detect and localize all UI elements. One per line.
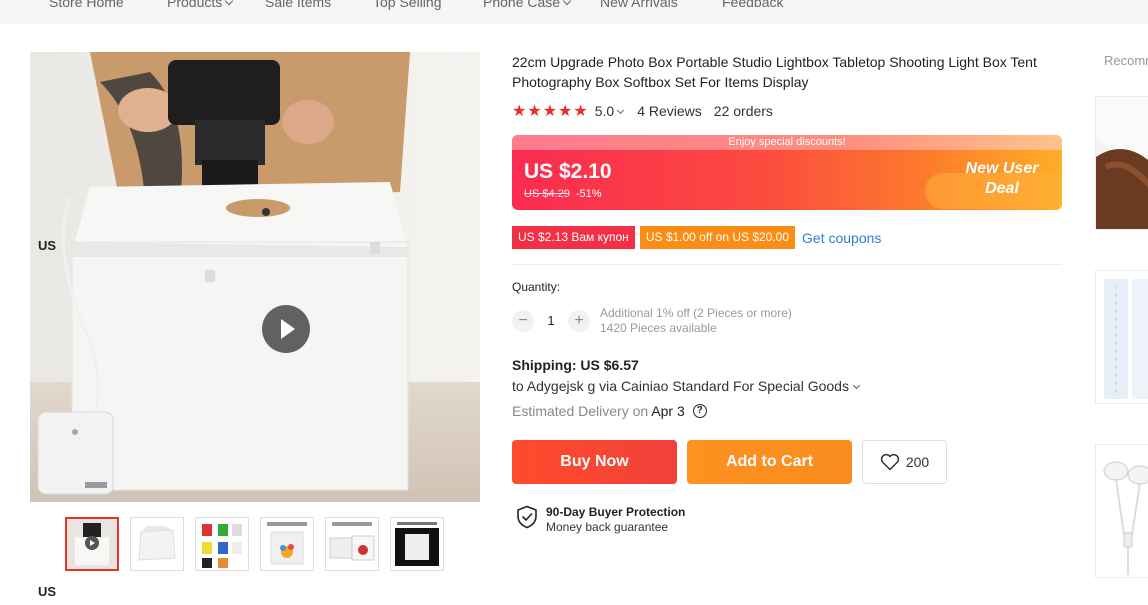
nav-label: Feedback (722, 0, 784, 10)
rec-image-fabric (1096, 97, 1148, 229)
add-to-cart-button[interactable]: Add to Cart (687, 440, 852, 484)
rating-stars-icon: ★★★★★ (512, 103, 589, 120)
rec-image-earphones (1096, 445, 1148, 577)
original-price: US $4.29 (524, 188, 570, 200)
quantity-label: Quantity: (512, 280, 561, 294)
shield-check-icon (517, 505, 537, 529)
recommendation-card[interactable] (1095, 96, 1148, 230)
new-user-deal-badge: New User Deal (952, 159, 1052, 199)
recommendation-price: US (38, 584, 57, 599)
nav-label: Products (167, 0, 223, 10)
orders-count: 22 orders (713, 103, 773, 119)
shipping-method-selector[interactable]: to Adygejsk g via Cainiao Standard For S… (512, 378, 861, 394)
discount-percent: -51% (575, 188, 602, 200)
estimated-delivery-date: Apr 3 (651, 403, 685, 419)
coupon-badge[interactable]: US $1.00 off on US $20.00 (639, 226, 796, 249)
nav-label: New Arrivals (600, 0, 678, 10)
rec-image-strips (1096, 271, 1148, 403)
current-price: US $2.10 (524, 160, 612, 183)
buyer-protection: 90-Day Buyer Protection Money back guara… (516, 505, 685, 535)
reviews-link[interactable]: 4 Reviews (637, 103, 702, 119)
buy-now-button[interactable]: Buy Now (512, 440, 677, 484)
recommendation-price: US (38, 238, 57, 253)
recommendation-card[interactable] (1095, 270, 1148, 404)
nav-phone-case[interactable]: Phone Case (483, 0, 572, 10)
nav-feedback[interactable]: Feedback (722, 0, 783, 10)
quantity-info: Additional 1% off (2 Pieces or more) 142… (600, 306, 792, 336)
heart-icon (880, 453, 899, 471)
nav-label: Store Home (49, 0, 124, 10)
thumb-white-box[interactable] (130, 517, 184, 571)
quantity-value[interactable]: 1 (540, 313, 562, 328)
chevron-down-icon (225, 0, 234, 6)
nav-new-arrivals[interactable]: New Arrivals (600, 0, 678, 10)
thumb-usb-power[interactable] (325, 517, 379, 571)
rating-row: ★★★★★ 5.0 4 Reviews 22 orders (512, 101, 773, 121)
chevron-down-icon (617, 106, 625, 115)
nav-label: Sale Items (265, 0, 332, 10)
divider (512, 264, 1062, 265)
shipping-method-text: to Adygejsk g via Cainiao Standard For S… (512, 378, 849, 394)
nav-store-home[interactable]: Store Home (49, 0, 124, 10)
estimated-delivery-label: Estimated Delivery on (512, 403, 649, 419)
nav-label: Phone Case (483, 0, 561, 10)
coupons-row: US $2.13 Вам купон US $1.00 off on US $2… (512, 226, 881, 249)
buyer-protection-title: 90-Day Buyer Protection (546, 505, 686, 519)
original-price-row: US $4.29 -51% (524, 188, 602, 200)
product-title: 22cm Upgrade Photo Box Portable Studio L… (512, 54, 1037, 90)
price-box: Enjoy special discounts! US $2.10 US $4.… (512, 135, 1062, 210)
rating-value[interactable]: 5.0 (594, 103, 625, 119)
thumb-dark-box-image (391, 518, 443, 570)
thumb-video[interactable] (65, 517, 119, 571)
thumb-box-features-image (261, 518, 313, 570)
video-play-icon[interactable] (262, 305, 310, 353)
promo-line-1: New User (965, 160, 1039, 177)
thumb-video-image (67, 519, 117, 569)
rating-value-text: 5.0 (594, 103, 615, 119)
thumb-white-box-image (131, 518, 183, 570)
nav-products[interactable]: Products (167, 0, 234, 10)
discount-banner: Enjoy special discounts! (512, 135, 1062, 150)
lightbox-photo (30, 52, 480, 502)
get-coupons-link[interactable]: Get coupons (802, 230, 881, 246)
buyer-protection-subtitle: Money back guarantee (546, 520, 669, 534)
thumb-usb-power-image (326, 518, 378, 570)
stock-available-text: 1420 Pieces available (600, 321, 717, 335)
shipping-cost: Shipping: US $6.57 (512, 357, 639, 373)
nav-top-selling[interactable]: Top Selling (373, 0, 442, 10)
chevron-down-icon (562, 0, 572, 6)
wishlist-button[interactable]: 200 (862, 440, 947, 484)
coupon-badge[interactable]: US $2.13 Вам купон (512, 226, 635, 249)
buyer-protection-text: 90-Day Buyer Protection Money back guara… (546, 505, 685, 535)
bulk-offer-text: Additional 1% off (2 Pieces or more) (600, 306, 792, 320)
quantity-minus-button[interactable]: − (512, 310, 534, 332)
wishlist-count: 200 (905, 454, 930, 470)
recommendations-title: Recomm (1104, 53, 1148, 68)
nav-sale-items[interactable]: Sale Items (265, 0, 331, 10)
thumb-box-features[interactable] (260, 517, 314, 571)
thumb-dark-box[interactable] (390, 517, 444, 571)
estimated-delivery: Estimated Delivery on Apr 3 ? (512, 403, 707, 419)
quantity-plus-button[interactable]: + (568, 310, 590, 332)
promo-line-2: Deal (985, 180, 1019, 197)
product-main-image[interactable] (30, 52, 480, 502)
nav-label: Top Selling (373, 0, 442, 10)
thumb-color-backdrops[interactable] (195, 517, 249, 571)
recommendation-card[interactable] (1095, 444, 1148, 578)
store-nav: Store Home Products Sale Items Top Selli… (0, 0, 1148, 24)
chevron-down-icon (852, 381, 861, 390)
help-icon[interactable]: ? (692, 404, 707, 419)
thumb-color-backdrops-image (196, 518, 248, 570)
